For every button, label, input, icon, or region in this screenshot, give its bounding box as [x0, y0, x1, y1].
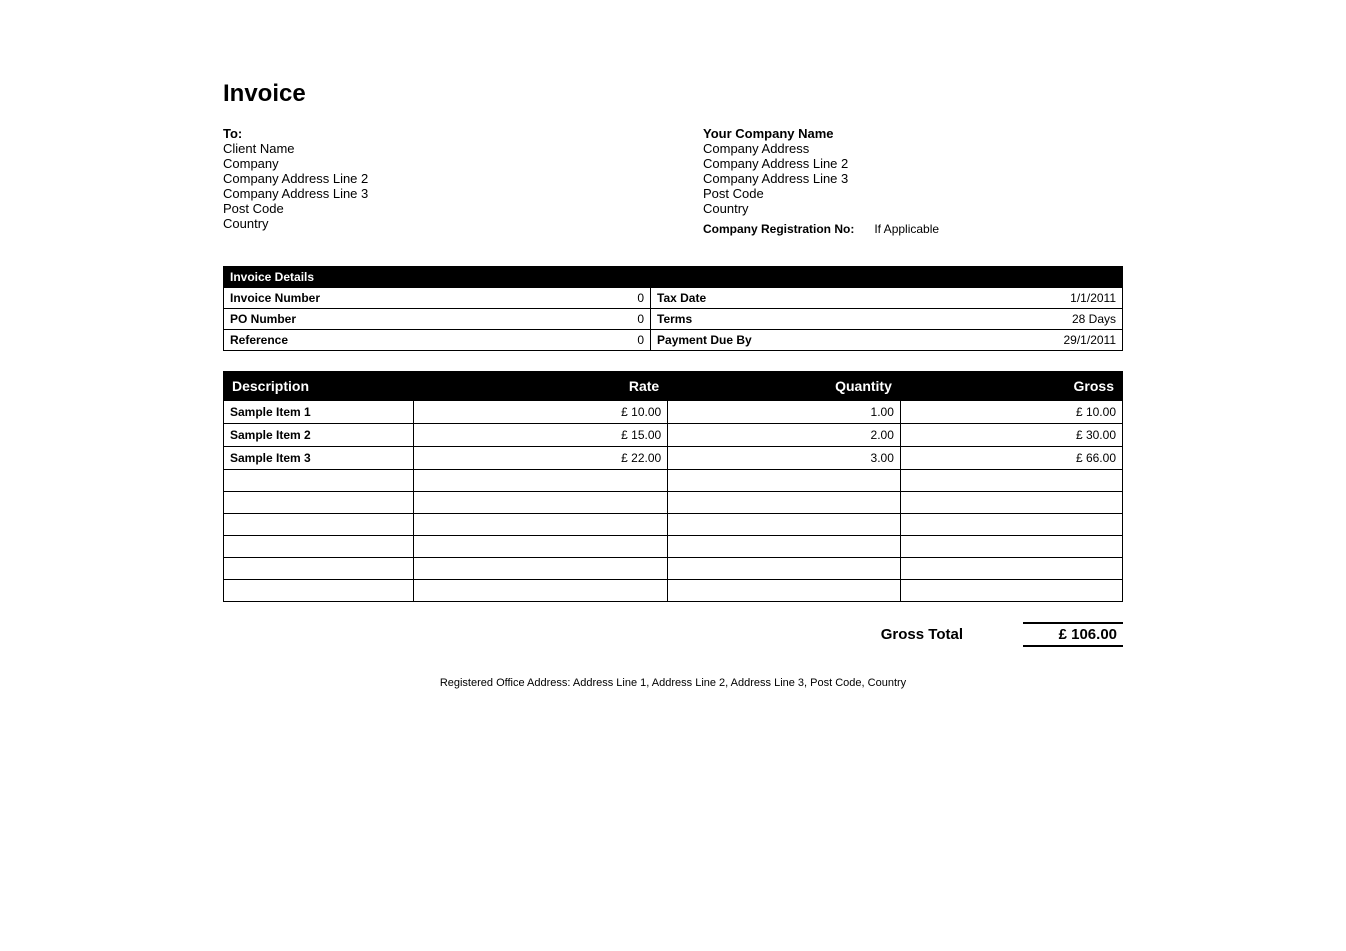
col-rate: Rate [414, 372, 668, 401]
company-address-line3: Company Address Line 3 [703, 171, 1123, 186]
item-quantity-8 [668, 580, 901, 602]
item-rate-5 [414, 514, 668, 536]
items-header: Description Rate Quantity Gross [224, 372, 1123, 401]
item-rate-7 [414, 558, 668, 580]
company-post-code: Post Code [703, 186, 1123, 201]
company-reg-value: If Applicable [874, 222, 939, 236]
item-rate-6 [414, 536, 668, 558]
terms-value: 28 Days [920, 309, 1122, 330]
item-rate-1: £ 15.00 [414, 424, 668, 447]
item-gross-7 [900, 558, 1122, 580]
item-quantity-6 [668, 536, 901, 558]
table-row: Sample Item 3£ 22.003.00£ 66.00 [224, 447, 1123, 470]
item-description-1: Sample Item 2 [224, 424, 414, 447]
header-section: To: Client Name Company Company Address … [223, 126, 1123, 236]
item-quantity-3 [668, 470, 901, 492]
item-rate-4 [414, 492, 668, 514]
invoice-details-header: Invoice Details [224, 267, 1123, 288]
payment-due-label: Payment Due By [651, 330, 921, 351]
item-gross-4 [900, 492, 1122, 514]
item-description-0: Sample Item 1 [224, 401, 414, 424]
item-description-8 [224, 580, 414, 602]
item-rate-8 [414, 580, 668, 602]
tax-date-label: Tax Date [651, 288, 921, 309]
reference-row: Reference 0 Payment Due By 29/1/2011 [224, 330, 1123, 351]
po-number-label: PO Number [224, 309, 471, 330]
item-description-4 [224, 492, 414, 514]
table-row [224, 492, 1123, 514]
items-table: Description Rate Quantity Gross Sample I… [223, 371, 1123, 602]
col-gross: Gross [900, 372, 1122, 401]
item-rate-0: £ 10.00 [414, 401, 668, 424]
item-gross-0: £ 10.00 [900, 401, 1122, 424]
reference-value: 0 [471, 330, 651, 351]
gross-total-section: Gross Total £ 106.00 [223, 622, 1123, 647]
company-address: Company Address [703, 141, 1123, 156]
company-reg: Company Registration No: If Applicable [703, 222, 1123, 236]
col-quantity: Quantity [668, 372, 901, 401]
invoice-details-table: Invoice Details Invoice Number 0 Tax Dat… [223, 266, 1123, 351]
client-address-line2: Company Address Line 2 [223, 171, 643, 186]
col-description: Description [224, 372, 414, 401]
client-info: To: Client Name Company Company Address … [223, 126, 643, 236]
invoice-number-row: Invoice Number 0 Tax Date 1/1/2011 [224, 288, 1123, 309]
item-rate-3 [414, 470, 668, 492]
item-quantity-1: 2.00 [668, 424, 901, 447]
gross-total-value: £ 106.00 [1023, 622, 1123, 647]
item-description-7 [224, 558, 414, 580]
gross-total-label: Gross Total [881, 626, 963, 643]
client-company: Company [223, 156, 643, 171]
table-row: Sample Item 2£ 15.002.00£ 30.00 [224, 424, 1123, 447]
item-description-6 [224, 536, 414, 558]
item-gross-8 [900, 580, 1122, 602]
client-post-code: Post Code [223, 201, 643, 216]
table-row [224, 580, 1123, 602]
table-row [224, 514, 1123, 536]
payment-due-value: 29/1/2011 [920, 330, 1122, 351]
item-gross-3 [900, 470, 1122, 492]
item-description-2: Sample Item 3 [224, 447, 414, 470]
invoice-number-value: 0 [471, 288, 651, 309]
item-description-5 [224, 514, 414, 536]
item-quantity-0: 1.00 [668, 401, 901, 424]
company-info: Your Company Name Company Address Compan… [643, 126, 1123, 236]
invoice-number-label: Invoice Number [224, 288, 471, 309]
client-name: Client Name [223, 141, 643, 156]
company-name: Your Company Name [703, 126, 1123, 141]
invoice-title: Invoice [223, 80, 1123, 108]
to-label: To: [223, 126, 643, 141]
table-row: Sample Item 1£ 10.001.00£ 10.00 [224, 401, 1123, 424]
po-number-row: PO Number 0 Terms 28 Days [224, 309, 1123, 330]
item-quantity-2: 3.00 [668, 447, 901, 470]
footer-text: Registered Office Address: Address Line … [223, 677, 1123, 689]
client-address-line3: Company Address Line 3 [223, 186, 643, 201]
client-country: Country [223, 216, 643, 231]
company-reg-label: Company Registration No: [703, 222, 854, 236]
item-quantity-5 [668, 514, 901, 536]
item-gross-5 [900, 514, 1122, 536]
item-quantity-4 [668, 492, 901, 514]
tax-date-value: 1/1/2011 [920, 288, 1122, 309]
company-country: Country [703, 201, 1123, 216]
item-quantity-7 [668, 558, 901, 580]
po-number-value: 0 [471, 309, 651, 330]
reference-label: Reference [224, 330, 471, 351]
item-gross-2: £ 66.00 [900, 447, 1122, 470]
item-description-3 [224, 470, 414, 492]
terms-label: Terms [651, 309, 921, 330]
table-row [224, 558, 1123, 580]
item-gross-1: £ 30.00 [900, 424, 1122, 447]
table-row [224, 536, 1123, 558]
company-address-line2: Company Address Line 2 [703, 156, 1123, 171]
table-row [224, 470, 1123, 492]
item-rate-2: £ 22.00 [414, 447, 668, 470]
item-gross-6 [900, 536, 1122, 558]
